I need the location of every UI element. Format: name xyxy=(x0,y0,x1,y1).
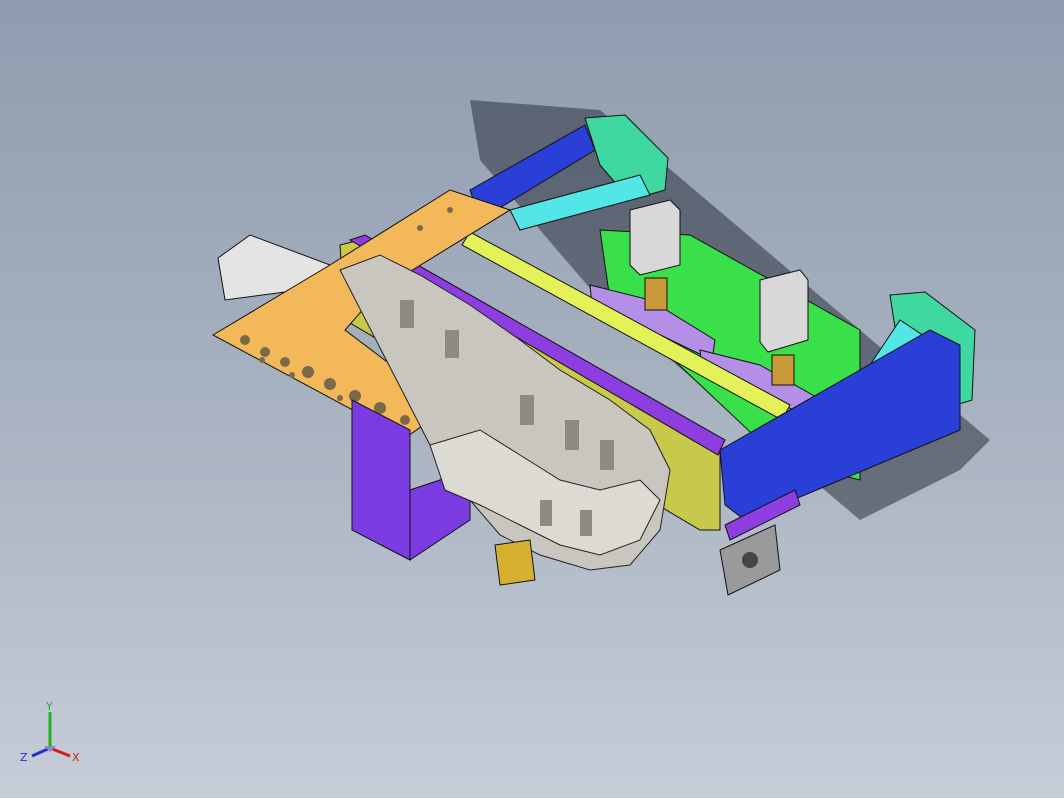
cad-assembly-model[interactable] xyxy=(0,0,1064,798)
y-axis-label: Y xyxy=(45,700,53,713)
x-axis-icon xyxy=(49,746,71,758)
z-axis-label: Z xyxy=(20,751,28,764)
cad-viewport[interactable]: Y X Z xyxy=(0,0,1064,798)
chain-end-mount[interactable] xyxy=(494,539,536,586)
x-axis-label: X xyxy=(72,751,80,764)
axis-triad: Y X Z xyxy=(20,700,80,764)
motor-shaft xyxy=(742,552,758,568)
